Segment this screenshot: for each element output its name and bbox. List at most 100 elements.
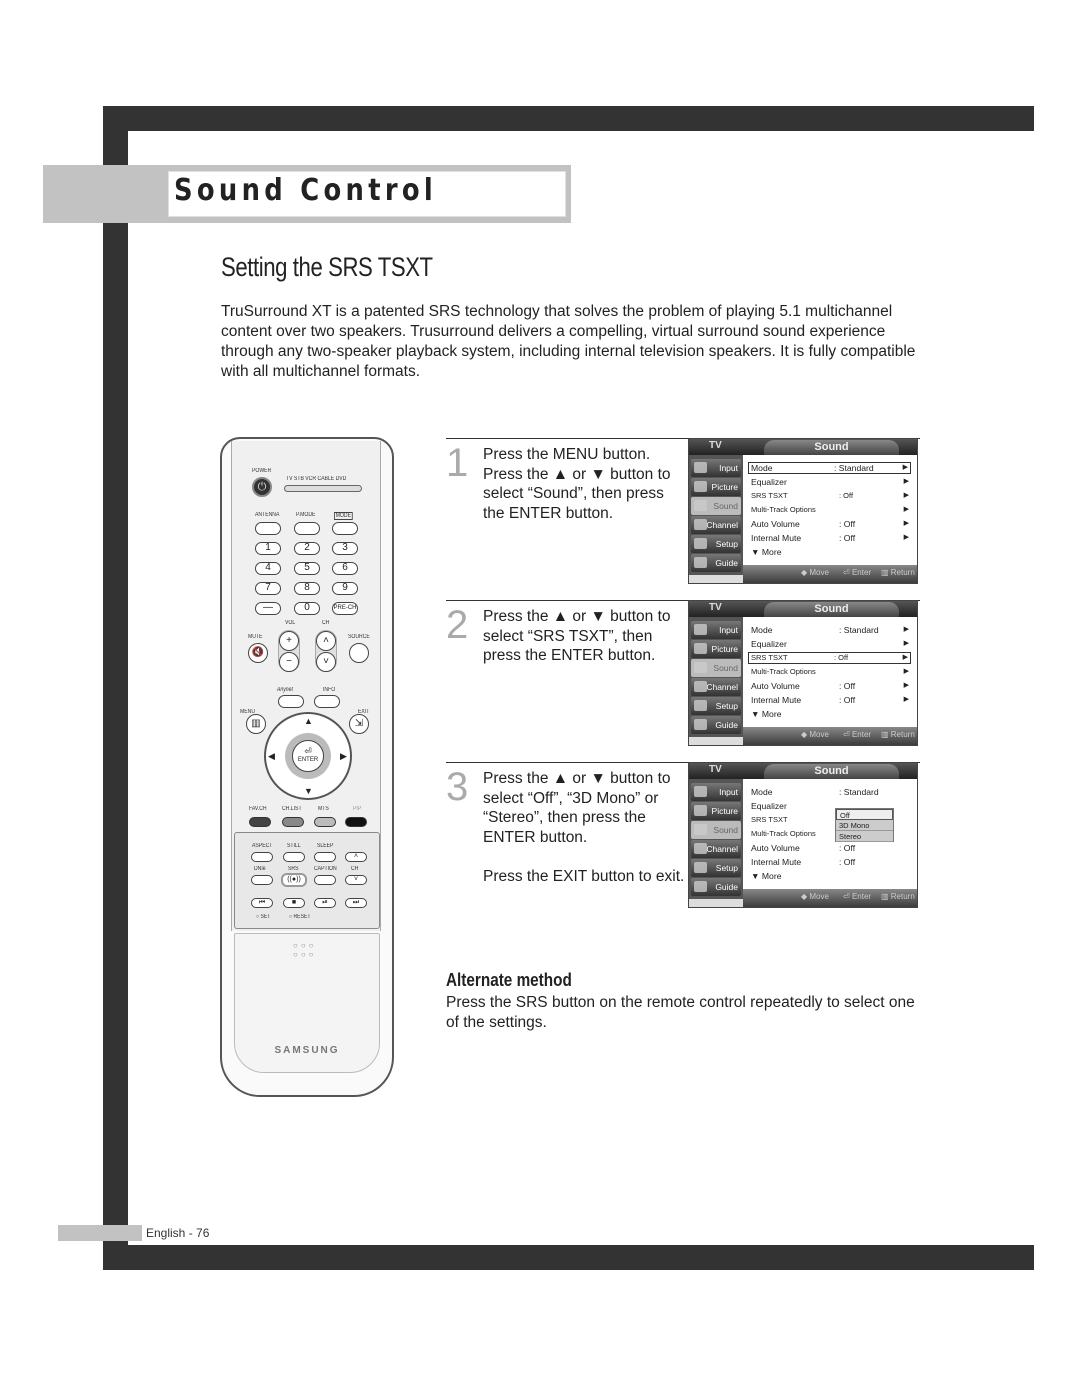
osd-row-mode: Mode : Standard [751, 786, 911, 798]
osd-row-label: Equalizer [751, 477, 787, 487]
step-1: 1 Press the MENU button. Press the ▲ or … [446, 438, 920, 588]
osd-sidebar: Input Picture Sound Channel Setup Guide [689, 617, 743, 737]
osd-row-label: Internal Mute [751, 695, 802, 705]
osd-footer: ◆ Move ⏎ Enter ▥ Return [743, 727, 917, 745]
vol-label: VOL [285, 620, 296, 626]
volume-down-icon: − [279, 652, 299, 672]
sound-icon [694, 824, 707, 835]
skip-forward-icon: ⏭ [345, 898, 367, 908]
osd-row-label: Mode [751, 787, 773, 797]
page-frame-left [103, 106, 128, 1270]
input-icon [694, 624, 707, 635]
osd-side-label: Guide [715, 882, 738, 892]
still-button [283, 852, 305, 862]
move-hint: ◆ Move [801, 892, 829, 901]
osd-row-label: Mode [751, 625, 773, 635]
osd-side-label: Picture [711, 806, 738, 816]
antenna-button [255, 522, 281, 535]
antenna-label: ANTENNA [255, 512, 280, 518]
osd-row-label: SRS TSXT [751, 653, 788, 662]
chlist-label: CH.LIST [282, 806, 302, 812]
dnie-button [251, 875, 273, 885]
mute-label: MUTE [248, 634, 263, 640]
osd-side-sound: Sound [691, 497, 741, 515]
guide-icon [694, 557, 707, 568]
setup-icon [694, 700, 707, 711]
pip-label: PIP [353, 806, 362, 812]
osd-row-value: : Standard [839, 625, 879, 635]
osd-row-equalizer: Equalizer ▶ [751, 476, 911, 488]
osd-side-channel: Channel [691, 516, 741, 534]
osd-side-input: Input [691, 459, 741, 477]
step-number: 1 [446, 441, 469, 485]
channel-up-icon: ˄ [316, 631, 336, 651]
osd-row-label: Multi-Track Options [751, 829, 816, 838]
osd-side-label: Guide [715, 558, 738, 568]
move-hint: ◆ Move [801, 568, 829, 577]
channel-down-icon: ˅ [316, 652, 336, 672]
osd-menu: Mode: Standard ▶ Equalizer ▶ SRS TSXT: Off… [743, 455, 917, 573]
enter-hint: ⏎ Enter [843, 892, 872, 901]
step-3: 3 Press the ▲ or ▼ button to select “Off… [446, 762, 920, 912]
osd-screen: TV Sound Input Picture Sound Channel Set… [688, 762, 918, 908]
step-number: 3 [446, 765, 469, 809]
up-arrow-icon: ▲ [304, 716, 313, 726]
osd-row-srs: SRS TSXT: Off ▶ [748, 652, 911, 664]
osd-side-label: Picture [711, 644, 738, 654]
input-icon [694, 786, 707, 797]
osd-row-value: : Standard [839, 787, 879, 797]
aspect-label: ASPECT [252, 843, 273, 849]
option-off: Off [836, 809, 893, 820]
osd-side-label: Picture [711, 482, 738, 492]
reset-text: RESET [293, 914, 311, 920]
return-hint-text: Return [890, 892, 915, 901]
ch-down-small-icon: ˅ [345, 875, 367, 885]
osd-side-label: Input [719, 787, 738, 797]
arrow-right-icon: ▶ [903, 640, 909, 647]
osd-row-value: : Off [839, 533, 856, 543]
page-number-band [58, 1225, 142, 1241]
osd-row-label: ▼ More [751, 547, 782, 557]
osd-row-value: : Off [839, 843, 856, 853]
osd-row-label: SRS TSXT [751, 491, 788, 500]
brand-logo: SAMSUNG [274, 1045, 340, 1056]
osd-row-value: : Off [839, 695, 856, 705]
osd-tv-label: TV [709, 440, 722, 451]
remote-control-illustration: POWER ⏻ TV STB VCR CABLE DVD ANTENNA P.M… [220, 437, 394, 1097]
pip-button [345, 817, 367, 827]
osd-row-equalizer: Equalizer ▶ [751, 638, 911, 650]
channel-icon [694, 843, 707, 854]
srs-button: ((●)) [281, 873, 307, 887]
alternate-method-text: Press the SRS button on the remote contr… [446, 994, 915, 1031]
osd-row-label: Mode [751, 463, 773, 473]
osd-row-label: Auto Volume [751, 519, 800, 529]
menu-icon: ▥ [246, 714, 266, 734]
osd-side-picture: Picture [691, 802, 741, 820]
exit-instruction: Press the EXIT button to exit. [483, 868, 685, 885]
osd-row-label: Equalizer [751, 639, 787, 649]
arrow-right-icon: ▶ [903, 520, 909, 527]
device-mode-indicator [284, 485, 362, 492]
enter-hint-text: Enter [851, 892, 872, 901]
srs-label: SRS [288, 866, 299, 872]
osd-side-label: Setup [715, 539, 738, 549]
section-title: Sound Control [174, 173, 438, 208]
digit-8: 8 [294, 582, 320, 595]
favch-label: FAV.CH [249, 806, 267, 812]
osd-side-picture: Picture [691, 640, 741, 658]
page-frame-top [103, 106, 1034, 131]
arrow-right-icon: ▶ [903, 534, 909, 541]
page-frame-bottom [103, 1245, 1034, 1270]
osd-row-value: : Off [839, 681, 856, 691]
prech-button: PRE-CH [332, 602, 358, 615]
osd-row-value: : Off [839, 519, 856, 529]
osd-title: Sound [764, 440, 899, 455]
left-arrow-icon: ◀ [268, 751, 275, 761]
play-pause-icon: ⏯ [314, 898, 336, 908]
dash-button: — [255, 602, 281, 615]
osd-header: TV Sound [689, 601, 917, 617]
ch-label: CH [322, 620, 330, 626]
skip-back-icon: ⏮ [251, 898, 273, 908]
return-hint-text: Return [890, 568, 915, 577]
digit-0: 0 [294, 602, 320, 615]
